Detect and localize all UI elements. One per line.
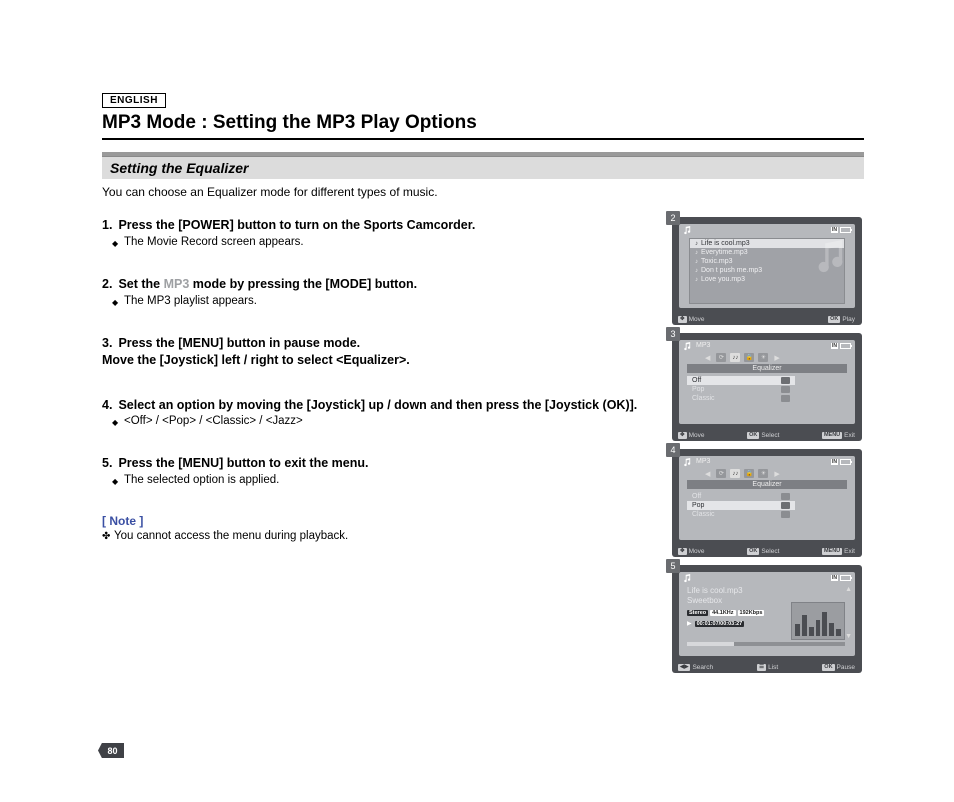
intro-text: You can choose an Equalizer mode for dif… bbox=[102, 185, 864, 199]
equalizer-tab-icon: ♪♪ bbox=[730, 353, 740, 362]
step-1: Press the [POWER] button to turn on the … bbox=[102, 217, 654, 248]
step-5-sub: The selected option is applied. bbox=[102, 474, 654, 486]
mp3-mode-label: MP3 bbox=[696, 342, 710, 349]
screenshot-4-number: 4 bbox=[666, 443, 680, 457]
stereo-badge: Stereo bbox=[687, 610, 708, 616]
page-number-badge: 80 bbox=[98, 743, 124, 758]
screenshot-2: 2 IN ♪Life is cool.mp3 ♪Everyti bbox=[672, 217, 864, 325]
menu-category-icons: ◀ ⟳♪♪🔒☀ ▶ bbox=[687, 352, 847, 363]
section-subtitle: Setting the Equalizer bbox=[102, 156, 864, 179]
step-4-sub: <Off> / <Pop> / <Classic> / <Jazz> bbox=[102, 415, 654, 427]
music-note-icon bbox=[683, 574, 692, 583]
option-list: Off Pop Classic bbox=[687, 492, 795, 519]
screenshot-3: 3 MP3 IN ◀ ⟳♪♪🔒☀ ▶ Equalizer Off bbox=[672, 333, 864, 441]
menu-title: Equalizer bbox=[687, 480, 847, 489]
step-2-sub: The MP3 playlist appears. bbox=[102, 295, 654, 307]
mp3-mode-label: MP3 bbox=[696, 458, 710, 465]
in-badge: IN bbox=[831, 227, 838, 233]
note-text: You cannot access the menu during playba… bbox=[102, 530, 654, 542]
option-off: Off bbox=[687, 376, 795, 385]
option-pop: Pop bbox=[687, 501, 795, 510]
footer-select: OKSelect bbox=[747, 548, 779, 555]
in-badge: IN bbox=[831, 343, 838, 349]
progress-bar bbox=[687, 642, 845, 646]
in-badge: IN bbox=[831, 575, 838, 581]
playlist-row: ♪Love you.mp3 bbox=[690, 275, 844, 284]
footer-exit: MENUExit bbox=[822, 548, 855, 555]
option-pop: Pop bbox=[687, 385, 795, 394]
screenshot-2-number: 2 bbox=[666, 211, 680, 225]
screenshot-4: 4 MP3 IN ◀ ⟳♪♪🔒☀ ▶ Equalizer Off bbox=[672, 449, 864, 557]
instructions-column: Press the [POWER] button to turn on the … bbox=[102, 217, 654, 673]
music-note-icon bbox=[683, 226, 692, 235]
footer-move: ✥Move bbox=[678, 432, 705, 439]
footer-pause: OKPause bbox=[822, 664, 855, 671]
step-4: Select an option by moving the [Joystick… bbox=[102, 397, 654, 428]
equalizer-tab-icon: ♪♪ bbox=[730, 469, 740, 478]
step-3: Press the [MENU] button in pause mode. M… bbox=[102, 335, 654, 369]
footer-list: ☰List bbox=[757, 664, 778, 671]
footer-search: ◀▶Search bbox=[678, 664, 713, 671]
audio-badges: Stereo 44.1KHz 192Kbps bbox=[687, 610, 764, 616]
screenshot-5: 5 IN Life is cool.mp3 Sweetbox Stereo 44… bbox=[672, 565, 864, 673]
footer-select: OKSelect bbox=[747, 432, 779, 439]
page-title: MP3 Mode : Setting the MP3 Play Options bbox=[102, 112, 864, 140]
music-note-icon bbox=[683, 458, 692, 467]
footer-move: ✥Move bbox=[678, 548, 705, 555]
language-badge: ENGLISH bbox=[102, 93, 166, 108]
option-list: Off Pop Classic bbox=[687, 376, 795, 403]
battery-icon bbox=[840, 343, 851, 349]
battery-icon bbox=[840, 459, 851, 465]
step-2: Set the MP3 mode by pressing the [MODE] … bbox=[102, 276, 654, 307]
battery-icon bbox=[840, 575, 851, 581]
in-badge: IN bbox=[831, 459, 838, 465]
play-time: ▶ 00:01:07/00:03:27 bbox=[687, 620, 744, 627]
equalizer-visual bbox=[791, 602, 845, 640]
screenshot-3-number: 3 bbox=[666, 327, 680, 341]
kbps-badge: 192Kbps bbox=[738, 610, 765, 616]
music-note-icon bbox=[683, 342, 692, 351]
footer-move: ✥Move bbox=[678, 316, 705, 323]
battery-icon bbox=[840, 227, 851, 233]
footer-play: OKPlay bbox=[828, 316, 855, 323]
menu-title: Equalizer bbox=[687, 364, 847, 373]
option-classic: Classic bbox=[687, 510, 795, 519]
big-music-note-icon bbox=[815, 240, 849, 274]
now-playing-info: Life is cool.mp3 Sweetbox bbox=[687, 586, 743, 606]
footer-exit: MENUExit bbox=[822, 432, 855, 439]
screenshot-5-number: 5 bbox=[666, 559, 680, 573]
play-icon: ▶ bbox=[687, 620, 692, 627]
time-badge: 00:01:07/00:03:27 bbox=[695, 621, 745, 627]
screenshots-column: 2 IN ♪Life is cool.mp3 ♪Everyti bbox=[672, 217, 864, 673]
option-off: Off bbox=[687, 492, 795, 501]
option-classic: Classic bbox=[687, 394, 795, 403]
step-1-sub: The Movie Record screen appears. bbox=[102, 236, 654, 248]
note-heading: [ Note ] bbox=[102, 514, 654, 528]
khz-badge: 44.1KHz bbox=[710, 610, 735, 616]
nav-arrows: ▲▼ bbox=[845, 586, 852, 640]
step-5: Press the [MENU] button to exit the menu… bbox=[102, 455, 654, 486]
menu-category-icons: ◀ ⟳♪♪🔒☀ ▶ bbox=[687, 468, 847, 479]
